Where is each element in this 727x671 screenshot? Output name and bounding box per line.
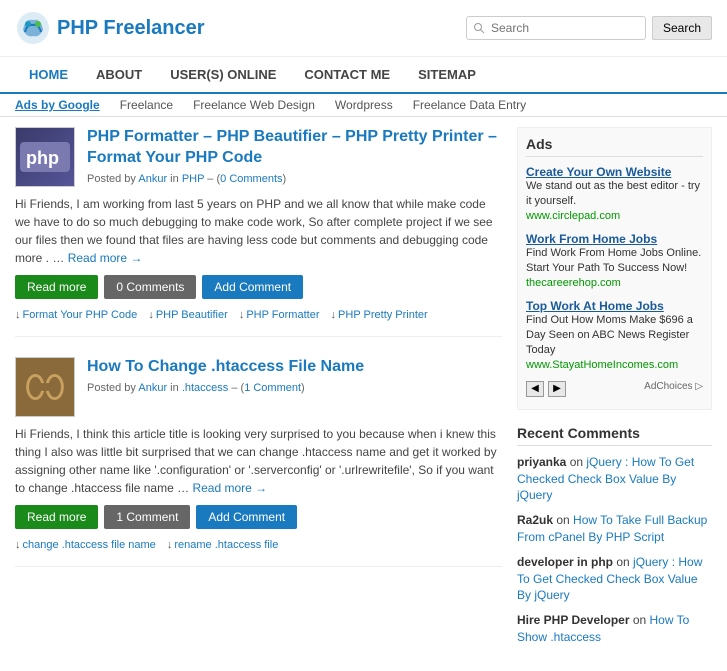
commenter-1: priyanka [517,455,566,469]
sidebar-comment-1: priyanka on jQuery : How To Get Checked … [517,454,712,504]
sidebar-ad-3-url: www.StayatHomeIncomes.com [526,359,703,371]
nav-item-home[interactable]: HOME [15,57,82,92]
commenter-3: developer in php [517,555,613,569]
post-2-comments-link[interactable]: 1 Comment [244,382,301,394]
sidebar-ads-section: Ads Create Your Own Website We stand out… [517,127,712,410]
nav-item-users-online[interactable]: USER(S) ONLINE [156,57,290,92]
ads-bar: Ads by Google Freelance Freelance Web De… [0,94,727,117]
nav-item-about[interactable]: ABOUT [82,57,156,92]
post-1-tag-3[interactable]: PHP Formatter [246,309,319,321]
post-2-title[interactable]: How To Change .htaccess File Name [87,357,364,378]
post-2-excerpt: Hi Friends, I think this article title i… [15,425,502,497]
logo-icon [15,10,51,46]
adchoices-label: AdChoices ▷ [570,381,703,397]
post-1-meta: Posted by Ankur in PHP – (0 Comments) [87,173,502,185]
post-1-tag-4[interactable]: PHP Pretty Printer [338,309,428,321]
post-1: php PHP Formatter – PHP Beautifier – PHP… [15,127,502,337]
sidebar-ad-2-desc: Find Work From Home Jobs Online. Start Y… [526,246,703,277]
commenter-2: Ra2uk [517,513,553,527]
post-2-read-more-link[interactable]: Read more → [192,481,267,495]
nav: HOME ABOUT USER(S) ONLINE CONTACT ME SIT… [0,57,727,94]
post-1-buttons: Read more 0 Comments Add Comment [15,275,502,299]
post-1-comments-link[interactable]: 0 Comments [220,173,282,185]
sidebar-comment-4: Hire PHP Developer on How To Show .htacc… [517,612,712,646]
ads-next-btn[interactable]: ▶ [548,381,566,397]
sidebar-ad-3-title[interactable]: Top Work At Home Jobs [526,299,703,313]
commenter-4: Hire PHP Developer [517,613,630,627]
sidebar-ad-1-url: www.circlepad.com [526,210,703,222]
post-1-add-comment-btn[interactable]: Add Comment [202,275,303,299]
sidebar-recent-comments: Recent Comments priyanka on jQuery : How… [517,425,712,646]
logo-text: PHP Freelancer [57,17,205,40]
post-1-title[interactable]: PHP Formatter – PHP Beautifier – PHP Pre… [87,127,502,169]
post-1-excerpt: Hi Friends, I am working from last 5 yea… [15,195,502,267]
post-2-title-area: How To Change .htaccess File Name Posted… [87,357,364,394]
recent-comments-title: Recent Comments [517,425,712,446]
post-2-comments-btn[interactable]: 1 Comment [104,505,190,529]
post-2-add-comment-btn[interactable]: Add Comment [196,505,297,529]
sidebar-ads-title: Ads [526,136,703,157]
sidebar-ad-2-title[interactable]: Work From Home Jobs [526,232,703,246]
ads-navigation: ◀ ▶ AdChoices ▷ [526,381,703,397]
svg-text:php: php [26,148,59,168]
post-2-meta: Posted by Ankur in .htaccess – (1 Commen… [87,382,364,394]
sidebar-ad-1: Create Your Own Website We stand out as … [526,165,703,222]
post-1-comments-btn[interactable]: 0 Comments [104,275,196,299]
nav-item-contact[interactable]: CONTACT ME [290,57,404,92]
ads-link-wordpress[interactable]: Wordpress [335,98,393,112]
ads-prev-btn[interactable]: ◀ [526,381,544,397]
ads-link-web-design[interactable]: Freelance Web Design [193,98,315,112]
search-button[interactable]: Search [652,16,712,40]
post-2-header: How To Change .htaccess File Name Posted… [15,357,502,417]
logo-area: PHP Freelancer [15,10,205,46]
post-2-author[interactable]: Ankur [138,382,167,394]
post-1-author[interactable]: Ankur [138,173,167,185]
post-1-tag-1[interactable]: Format Your PHP Code [23,309,138,321]
content-area: php PHP Formatter – PHP Beautifier – PHP… [15,127,502,661]
post-1-tags: ↓Format Your PHP Code ↓PHP Beautifier ↓P… [15,309,502,321]
ads-by-google-label[interactable]: Ads by Google [15,98,100,112]
sidebar-ad-3: Top Work At Home Jobs Find Out How Moms … [526,299,703,371]
ads-link-freelance[interactable]: Freelance [120,98,173,112]
main-layout: php PHP Formatter – PHP Beautifier – PHP… [0,117,727,671]
sidebar-ad-1-title[interactable]: Create Your Own Website [526,165,703,179]
sidebar-ad-3-desc: Find Out How Moms Make $696 a Day Seen o… [526,313,703,359]
sidebar-comment-3: developer in php on jQuery : How To Get … [517,554,712,604]
sidebar-comment-2: Ra2uk on How To Take Full Backup From cP… [517,512,712,546]
post-2-thumbnail [15,357,75,417]
sidebar-ad-2: Work From Home Jobs Find Work From Home … [526,232,703,289]
post-1-tag-2[interactable]: PHP Beautifier [156,309,228,321]
post-2: How To Change .htaccess File Name Posted… [15,357,502,567]
ads-link-data-entry[interactable]: Freelance Data Entry [413,98,526,112]
sidebar: Ads Create Your Own Website We stand out… [517,127,712,661]
nav-item-sitemap[interactable]: SITEMAP [404,57,490,92]
post-1-category[interactable]: PHP [182,173,204,185]
sidebar-ad-1-desc: We stand out as the best editor - try it… [526,179,703,210]
sidebar-ad-2-url: thecareerehop.com [526,277,703,289]
post-1-title-area: PHP Formatter – PHP Beautifier – PHP Pre… [87,127,502,185]
post-1-read-more-btn[interactable]: Read more [15,275,98,299]
post-2-tags: ↓change .htaccess file name ↓rename .hta… [15,539,502,551]
post-1-header: php PHP Formatter – PHP Beautifier – PHP… [15,127,502,187]
post-2-category[interactable]: .htaccess [182,382,228,394]
search-area: Search [466,16,712,40]
post-2-tag-1[interactable]: change .htaccess file name [23,539,156,551]
post-2-tag-2[interactable]: rename .htaccess file [174,539,278,551]
post-1-read-more-link[interactable]: Read more → [68,251,143,265]
search-input[interactable] [466,16,646,40]
post-2-read-more-btn[interactable]: Read more [15,505,98,529]
post-2-buttons: Read more 1 Comment Add Comment [15,505,502,529]
post-1-thumbnail: php [15,127,75,187]
